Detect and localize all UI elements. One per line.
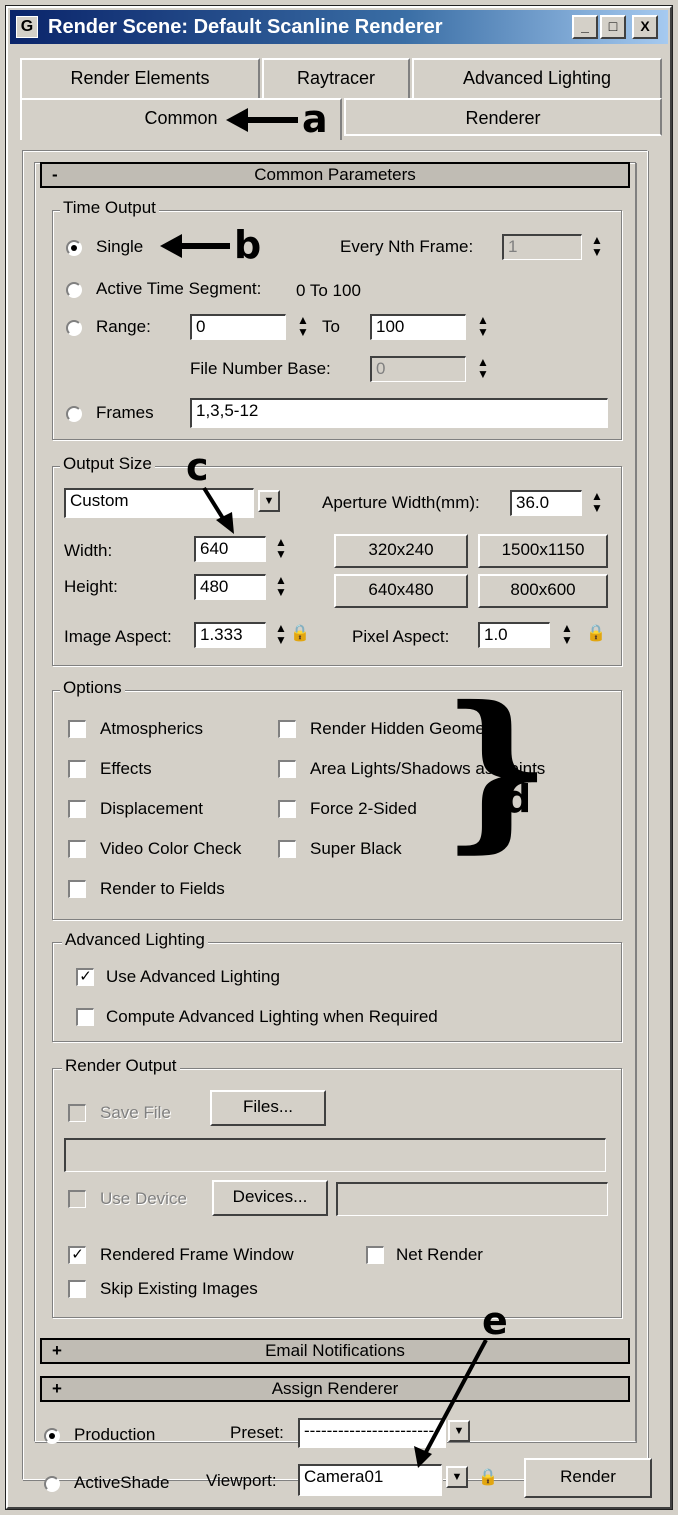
annotation-c: c [186,445,209,489]
annotation-brace: } [442,669,552,869]
annotation-a: a [302,97,328,141]
annotation-arrows [160,108,488,1468]
annotation-b: b [234,223,262,267]
annotation-d: d [504,777,532,821]
annotation-e: e [482,1299,508,1343]
